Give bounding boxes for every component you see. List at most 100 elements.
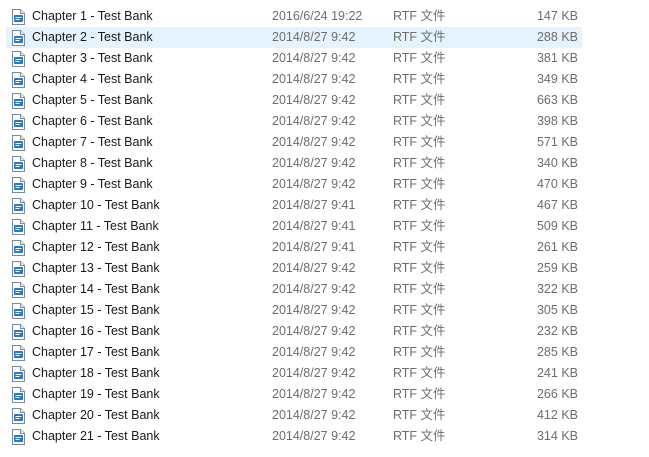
file-size: 261 KB [536,240,578,254]
rtf-document-icon [12,345,26,361]
file-size: 470 KB [536,177,578,191]
file-name: Chapter 7 - Test Bank [32,135,153,149]
file-name: Chapter 17 - Test Bank [32,345,160,359]
file-type: RTF 文件 [393,282,446,296]
file-list: Chapter 1 - Test Bank 2016/6/24 19:22 RT… [6,6,582,447]
file-row[interactable]: Chapter 3 - Test Bank 2014/8/27 9:42 RTF… [6,48,582,69]
file-name: Chapter 18 - Test Bank [32,366,160,380]
file-modified-date: 2014/8/27 9:42 [272,282,356,296]
rtf-document-icon [12,303,26,319]
rtf-document-icon [12,429,26,445]
rtf-document-icon [12,156,26,172]
file-size: 259 KB [536,261,578,275]
file-name: Chapter 15 - Test Bank [32,303,160,317]
rtf-document-icon [12,240,26,256]
file-modified-date: 2014/8/27 9:42 [272,303,356,317]
file-name: Chapter 13 - Test Bank [32,261,160,275]
file-size: 285 KB [536,345,578,359]
file-size: 241 KB [536,366,578,380]
file-type: RTF 文件 [393,114,446,128]
rtf-document-icon [12,261,26,277]
file-name: Chapter 11 - Test Bank [32,219,159,233]
rtf-document-icon [12,219,26,235]
file-type: RTF 文件 [393,135,446,149]
file-type: RTF 文件 [393,366,446,380]
file-size: 467 KB [536,198,578,212]
file-modified-date: 2014/8/27 9:42 [272,114,356,128]
file-name: Chapter 6 - Test Bank [32,114,153,128]
rtf-document-icon [12,114,26,130]
file-row[interactable]: Chapter 19 - Test Bank 2014/8/27 9:42 RT… [6,384,582,405]
file-size: 349 KB [536,72,578,86]
file-row[interactable]: Chapter 7 - Test Bank 2014/8/27 9:42 RTF… [6,132,582,153]
file-row[interactable]: Chapter 9 - Test Bank 2014/8/27 9:42 RTF… [6,174,582,195]
file-modified-date: 2014/8/27 9:42 [272,261,356,275]
rtf-document-icon [12,408,26,424]
file-modified-date: 2014/8/27 9:41 [272,219,356,233]
rtf-document-icon [12,177,26,193]
file-type: RTF 文件 [393,177,446,191]
file-type: RTF 文件 [393,72,446,86]
file-modified-date: 2014/8/27 9:42 [272,345,356,359]
file-row[interactable]: Chapter 13 - Test Bank 2014/8/27 9:42 RT… [6,258,582,279]
file-type: RTF 文件 [393,429,446,443]
file-type: RTF 文件 [393,9,446,23]
file-size: 412 KB [536,408,578,422]
file-modified-date: 2014/8/27 9:42 [272,156,356,170]
file-row[interactable]: Chapter 8 - Test Bank 2014/8/27 9:42 RTF… [6,153,582,174]
file-type: RTF 文件 [393,387,446,401]
file-size: 288 KB [536,30,578,44]
rtf-document-icon [12,93,26,109]
file-type: RTF 文件 [393,240,446,254]
file-row[interactable]: Chapter 11 - Test Bank 2014/8/27 9:41 RT… [6,216,582,237]
rtf-document-icon [12,198,26,214]
file-modified-date: 2014/8/27 9:42 [272,93,356,107]
file-modified-date: 2014/8/27 9:42 [272,408,356,422]
file-name: Chapter 2 - Test Bank [32,30,153,44]
file-name: Chapter 1 - Test Bank [32,9,153,23]
file-row[interactable]: Chapter 20 - Test Bank 2014/8/27 9:42 RT… [6,405,582,426]
file-row[interactable]: Chapter 21 - Test Bank 2014/8/27 9:42 RT… [6,426,582,447]
file-modified-date: 2014/8/27 9:42 [272,387,356,401]
rtf-document-icon [12,135,26,151]
file-name: Chapter 19 - Test Bank [32,387,160,401]
file-row[interactable]: Chapter 4 - Test Bank 2014/8/27 9:42 RTF… [6,69,582,90]
file-name: Chapter 8 - Test Bank [32,156,153,170]
file-type: RTF 文件 [393,408,446,422]
file-row[interactable]: Chapter 16 - Test Bank 2014/8/27 9:42 RT… [6,321,582,342]
file-size: 147 KB [536,9,578,23]
rtf-document-icon [12,282,26,298]
file-row[interactable]: Chapter 14 - Test Bank 2014/8/27 9:42 RT… [6,279,582,300]
file-row[interactable]: Chapter 12 - Test Bank 2014/8/27 9:41 RT… [6,237,582,258]
file-row[interactable]: Chapter 10 - Test Bank 2014/8/27 9:41 RT… [6,195,582,216]
file-name: Chapter 12 - Test Bank [32,240,160,254]
file-name: Chapter 5 - Test Bank [32,93,153,107]
file-row[interactable]: Chapter 5 - Test Bank 2014/8/27 9:42 RTF… [6,90,582,111]
file-modified-date: 2014/8/27 9:41 [272,198,356,212]
file-row[interactable]: Chapter 18 - Test Bank 2014/8/27 9:42 RT… [6,363,582,384]
file-size: 398 KB [536,114,578,128]
rtf-document-icon [12,72,26,88]
file-type: RTF 文件 [393,219,446,233]
file-row[interactable]: Chapter 2 - Test Bank 2014/8/27 9:42 RTF… [6,27,582,48]
file-row[interactable]: Chapter 6 - Test Bank 2014/8/27 9:42 RTF… [6,111,582,132]
file-row[interactable]: Chapter 1 - Test Bank 2016/6/24 19:22 RT… [6,6,582,27]
file-modified-date: 2014/8/27 9:41 [272,240,356,254]
file-name: Chapter 4 - Test Bank [32,72,153,86]
file-size: 314 KB [536,429,578,443]
file-type: RTF 文件 [393,30,446,44]
file-modified-date: 2016/6/24 19:22 [272,9,363,23]
file-name: Chapter 9 - Test Bank [32,177,153,191]
file-type: RTF 文件 [393,324,446,338]
file-row[interactable]: Chapter 17 - Test Bank 2014/8/27 9:42 RT… [6,342,582,363]
file-modified-date: 2014/8/27 9:42 [272,429,356,443]
file-size: 571 KB [536,135,578,149]
file-type: RTF 文件 [393,198,446,212]
file-type: RTF 文件 [393,303,446,317]
file-modified-date: 2014/8/27 9:42 [272,135,356,149]
file-size: 305 KB [536,303,578,317]
file-row[interactable]: Chapter 15 - Test Bank 2014/8/27 9:42 RT… [6,300,582,321]
file-size: 322 KB [536,282,578,296]
file-name: Chapter 10 - Test Bank [32,198,160,212]
file-modified-date: 2014/8/27 9:42 [272,366,356,380]
